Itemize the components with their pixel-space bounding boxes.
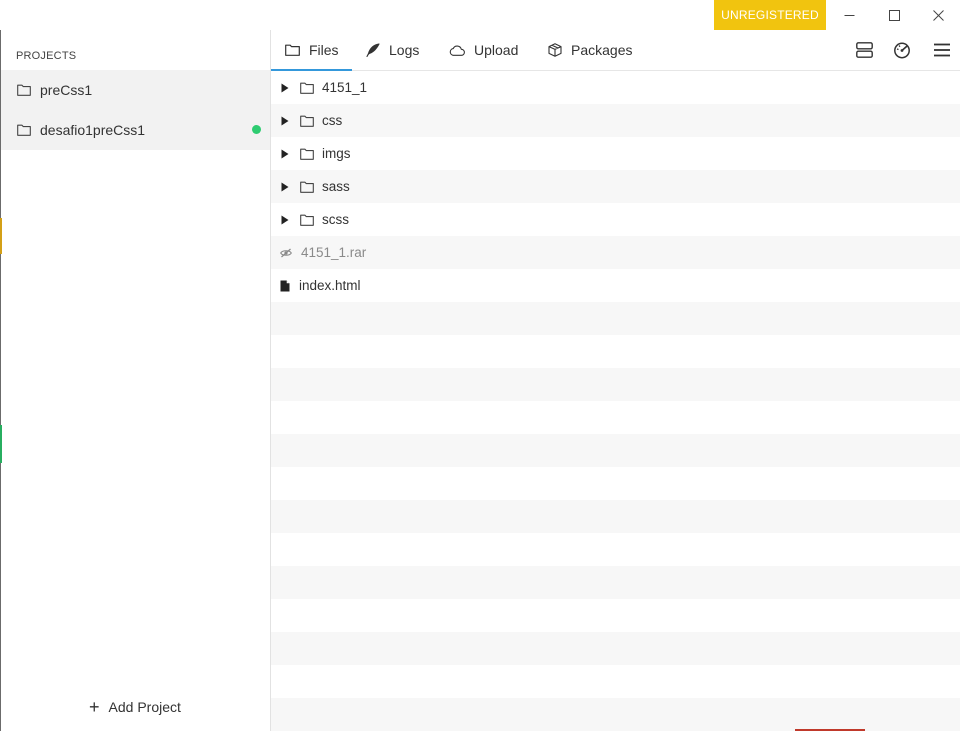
folder-icon xyxy=(300,214,314,226)
expand-arrow-icon[interactable] xyxy=(281,116,291,126)
list-stripe xyxy=(271,500,960,533)
tab-label: Files xyxy=(309,42,339,58)
folder-icon xyxy=(17,84,31,96)
folder-row-imgs[interactable]: imgs xyxy=(271,137,960,170)
minimize-button[interactable] xyxy=(827,0,871,30)
box-icon xyxy=(548,43,562,57)
tab-files[interactable]: Files xyxy=(271,30,352,71)
expand-arrow-icon[interactable] xyxy=(281,149,291,159)
add-project-label: Add Project xyxy=(108,699,181,715)
file-list: 4151_1 css imgs sass scss 4151_1.rar ind… xyxy=(271,71,960,731)
speedometer-button[interactable] xyxy=(890,38,914,62)
projects-heading: PROJECTS xyxy=(16,50,77,62)
folder-icon xyxy=(300,82,314,94)
file-row-index-html[interactable]: index.html xyxy=(271,269,960,302)
tab-label: Packages xyxy=(571,42,633,58)
folder-row-sass[interactable]: sass xyxy=(271,170,960,203)
close-icon xyxy=(932,9,944,21)
list-stripe xyxy=(271,434,960,467)
cloud-icon xyxy=(449,45,465,56)
file-name: css xyxy=(322,113,343,128)
eye-slash-icon xyxy=(280,248,292,258)
file-name: 4151_1 xyxy=(322,80,368,95)
folder-row-4151_1[interactable]: 4151_1 xyxy=(271,71,960,104)
file-name: 4151_1.rar xyxy=(301,245,367,260)
folder-row-scss[interactable]: scss xyxy=(271,203,960,236)
maximize-button[interactable] xyxy=(872,0,916,30)
expand-arrow-icon[interactable] xyxy=(281,182,291,192)
project-item-precss1[interactable]: preCss1 xyxy=(1,70,270,110)
folder-row-css[interactable]: css xyxy=(271,104,960,137)
feather-icon xyxy=(366,43,380,57)
plus-icon: + xyxy=(89,697,100,717)
file-name: imgs xyxy=(322,146,351,161)
speedometer-icon xyxy=(894,42,910,59)
layout-button[interactable] xyxy=(852,38,876,62)
menu-button[interactable] xyxy=(930,38,954,62)
tab-logs[interactable]: Logs xyxy=(366,30,419,70)
maximize-icon xyxy=(888,9,900,21)
list-stripe xyxy=(271,368,960,401)
folder-icon xyxy=(300,115,314,127)
tab-label: Upload xyxy=(474,42,519,58)
expand-arrow-icon[interactable] xyxy=(281,215,291,225)
tab-upload[interactable]: Upload xyxy=(449,30,518,70)
sidebar: PROJECTS preCss1 desafio1preCss1 + Add P… xyxy=(0,30,270,731)
file-name: scss xyxy=(322,212,349,227)
project-name: desafio1preCss1 xyxy=(40,122,146,138)
folder-icon xyxy=(285,44,300,56)
project-item-desafio1precss1[interactable]: desafio1preCss1 xyxy=(1,110,270,150)
minimize-icon xyxy=(844,14,854,16)
list-stripe xyxy=(271,632,960,665)
file-name: sass xyxy=(322,179,350,194)
add-project-button[interactable]: + Add Project xyxy=(89,698,181,716)
tab-label: Logs xyxy=(389,42,420,58)
folder-icon xyxy=(300,181,314,193)
close-button[interactable] xyxy=(916,0,960,30)
expand-arrow-icon[interactable] xyxy=(281,83,291,93)
file-icon xyxy=(280,280,290,292)
project-status-dot xyxy=(252,125,261,134)
project-name: preCss1 xyxy=(40,82,93,98)
background-window-edge xyxy=(0,425,2,463)
tabs-bar: Files Logs Upload Packages xyxy=(271,30,960,71)
list-stripe xyxy=(271,698,960,731)
file-name: index.html xyxy=(299,278,361,293)
list-stripe xyxy=(271,302,960,335)
folder-icon xyxy=(300,148,314,160)
title-bar: UNREGISTERED xyxy=(0,0,960,30)
file-row-4151_1-rar[interactable]: 4151_1.rar xyxy=(271,236,960,269)
list-stripe xyxy=(271,566,960,599)
folder-icon xyxy=(17,124,31,136)
menu-icon xyxy=(934,43,950,57)
layout-icon xyxy=(855,42,873,58)
background-window-edge xyxy=(0,218,2,254)
tab-packages[interactable]: Packages xyxy=(548,30,632,70)
unregistered-badge[interactable]: UNREGISTERED xyxy=(714,0,826,30)
